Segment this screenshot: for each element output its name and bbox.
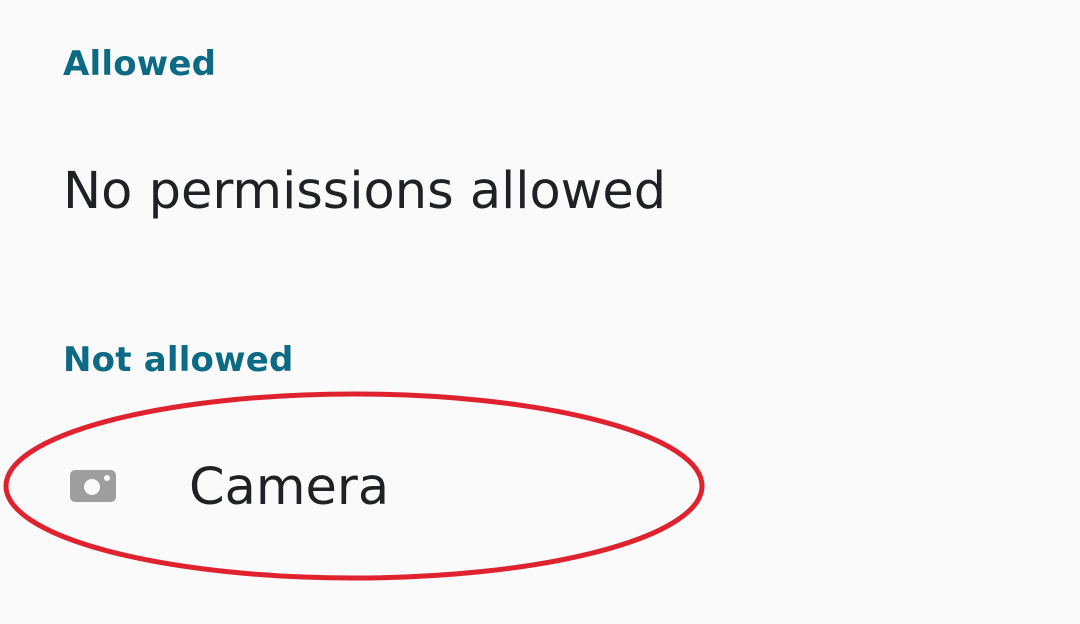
permission-label-camera: Camera: [189, 458, 390, 517]
allowed-section-header: Allowed: [63, 44, 217, 84]
no-permissions-allowed-text: No permissions allowed: [63, 162, 667, 221]
permission-item-camera[interactable]: Camera: [0, 428, 1080, 556]
not-allowed-section-header: Not allowed: [63, 340, 294, 380]
app-permissions-screen: Allowed No permissions allowed Not allow…: [0, 0, 1080, 624]
camera-icon: [70, 470, 116, 502]
